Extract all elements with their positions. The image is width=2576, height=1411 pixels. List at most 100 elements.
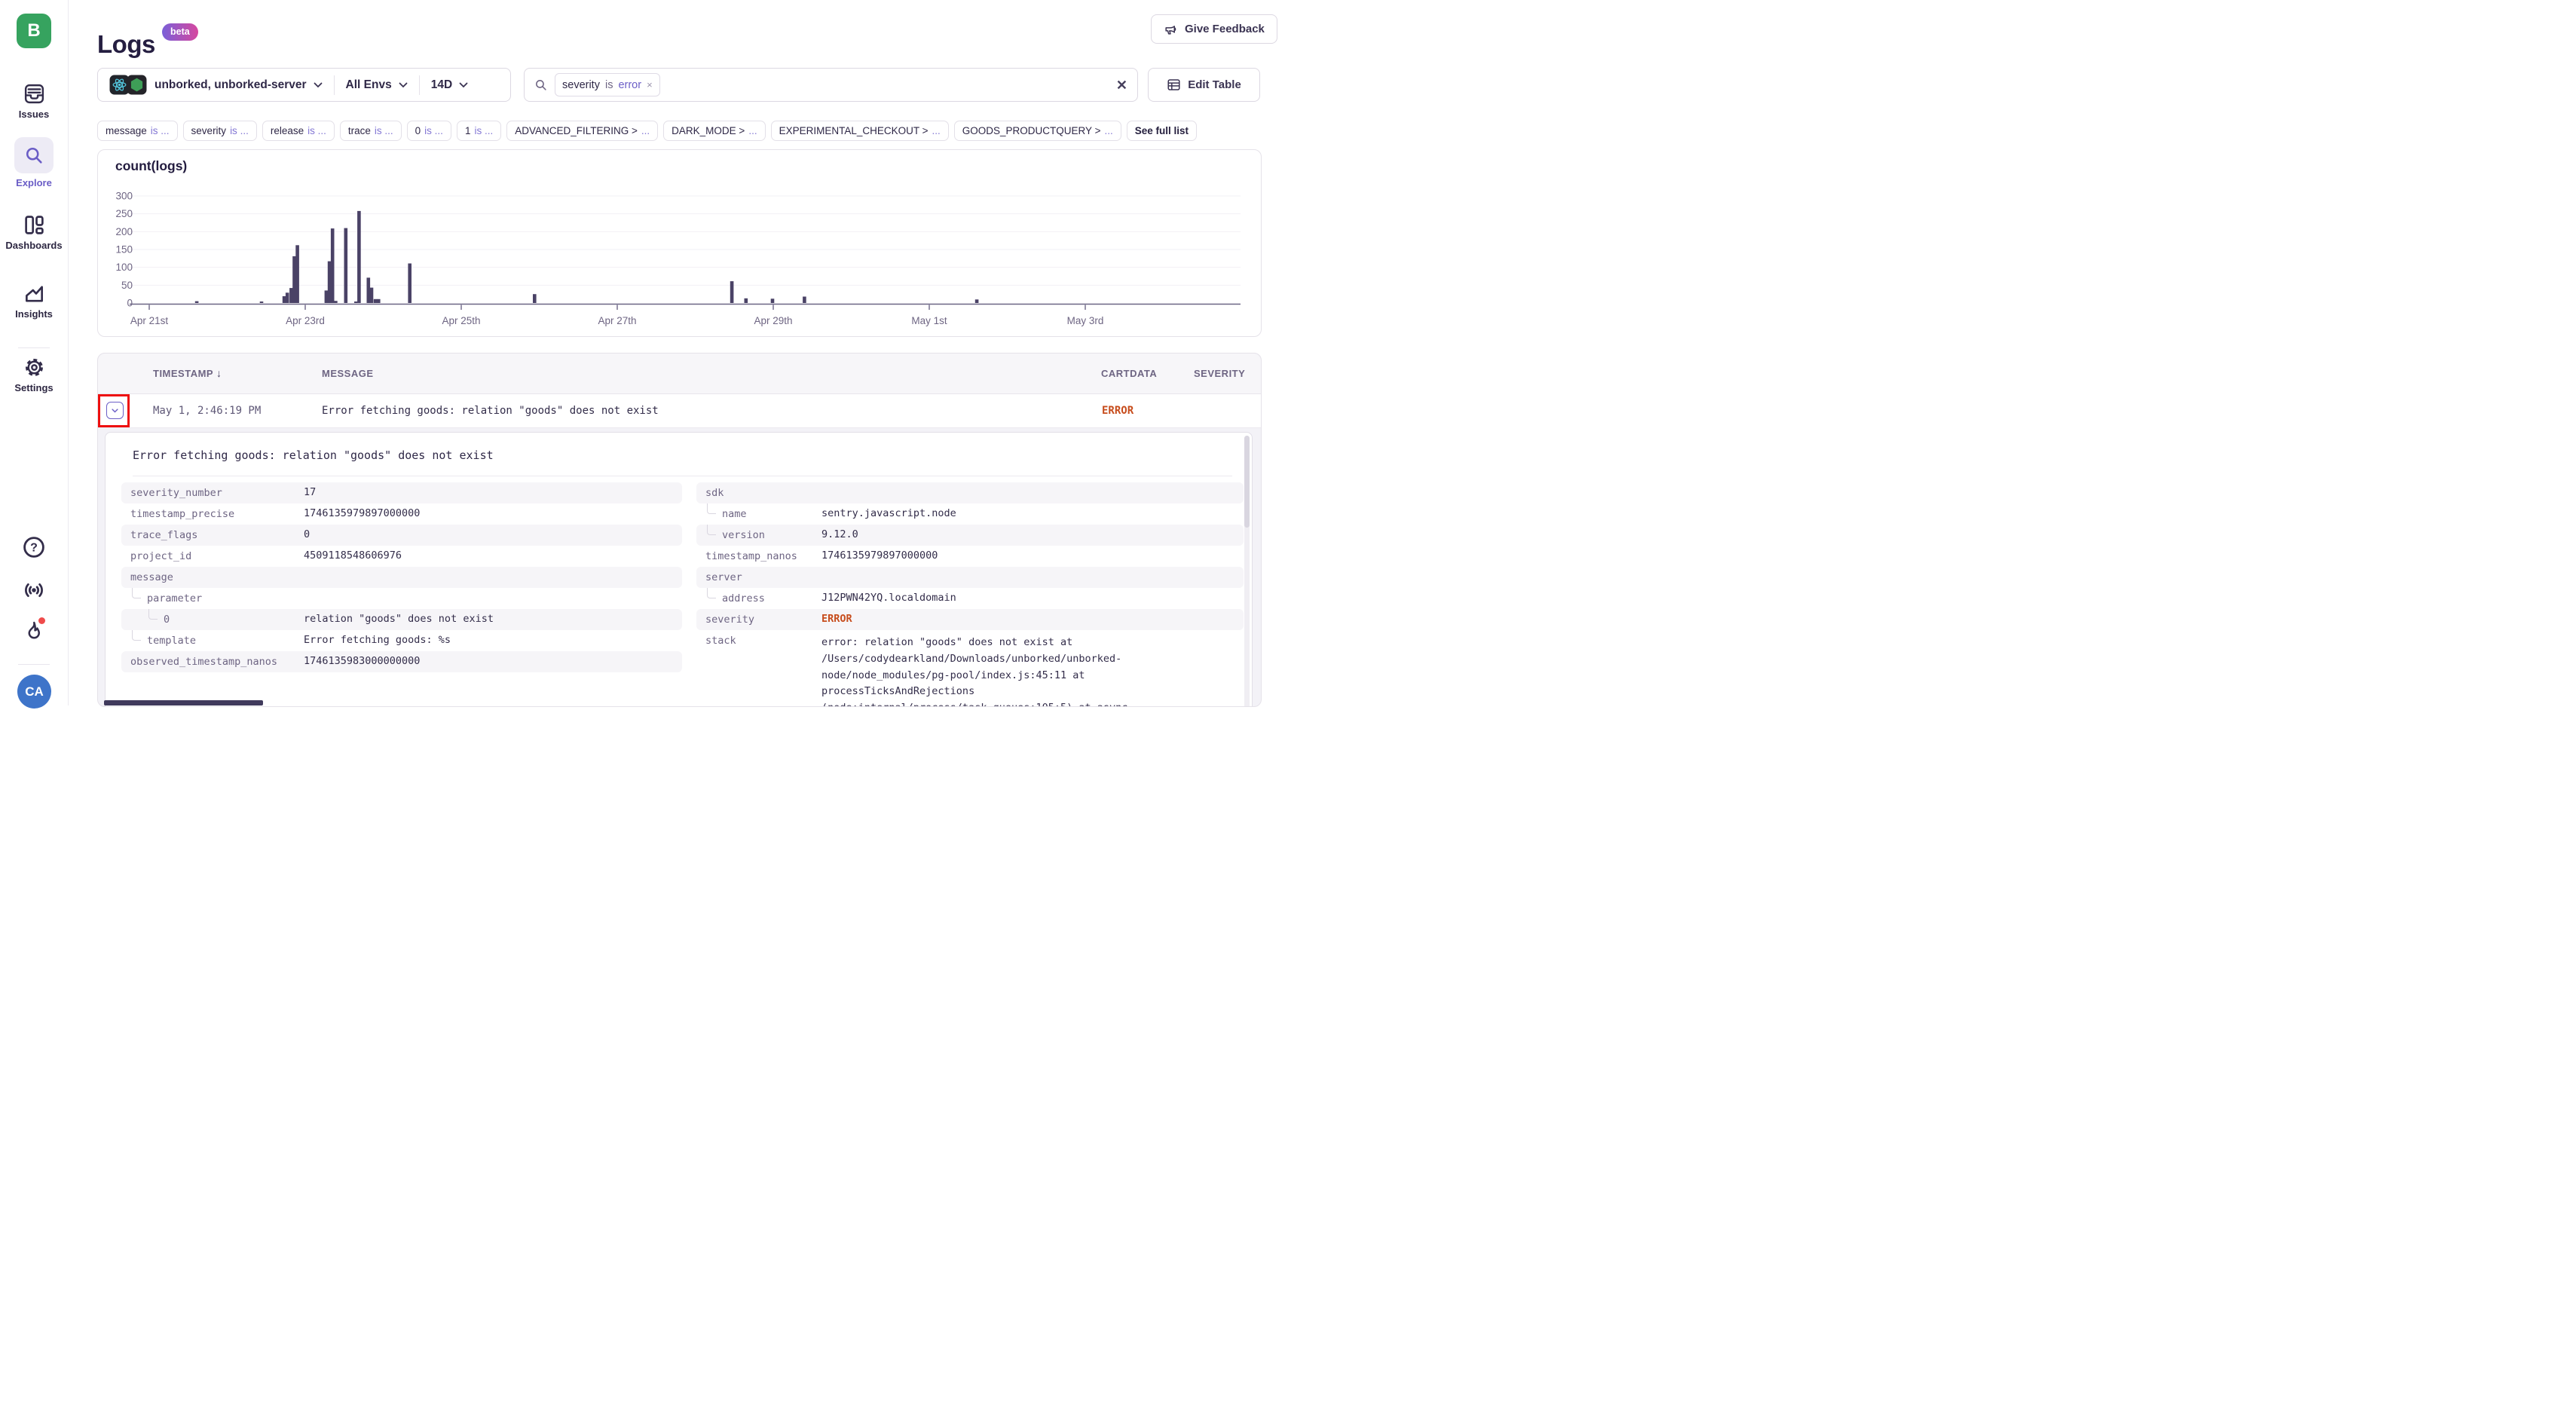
give-feedback-button[interactable]: Give Feedback [1151, 14, 1277, 44]
detail-title: Error fetching goods: relation "goods" d… [133, 448, 494, 462]
tree-connector [132, 588, 141, 598]
detail-scrollbar[interactable] [1244, 436, 1250, 707]
sidebar-item-dashboards[interactable]: Dashboards [0, 214, 68, 251]
suggestion-chip[interactable]: severityis ... [183, 121, 257, 141]
sidebar-item-label: Settings [14, 382, 53, 393]
search-clear-icon[interactable]: ✕ [1116, 78, 1127, 92]
chevron-down-icon [314, 82, 323, 88]
cell-timestamp: May 1, 2:46:19 PM [153, 394, 261, 427]
chart-bar [334, 301, 338, 303]
field-value: 17 [304, 485, 316, 501]
page-filter-bar: unborked, unborked-server All Envs 14D [97, 68, 511, 102]
detail-field-row: project_id4509118548606976 [121, 546, 682, 567]
detail-field-row: severityERROR [696, 609, 1244, 630]
expand-row-button[interactable] [106, 402, 124, 419]
chart-title: count(logs) [115, 158, 187, 174]
detail-field-row: timestamp_precise1746135979897000000 [121, 503, 682, 525]
give-feedback-label: Give Feedback [1185, 23, 1265, 35]
edit-table-button[interactable]: Edit Table [1148, 68, 1260, 102]
suggestion-chip[interactable]: 1is ... [457, 121, 501, 141]
megaphone-icon [1164, 22, 1178, 36]
svg-text:?: ? [30, 542, 38, 555]
node-platform-icon [127, 75, 147, 95]
detail-field-row: timestamp_nanos1746135979897000000 [696, 546, 1244, 567]
org-logo-letter: B [27, 20, 40, 41]
chip-qualifier: ... [932, 125, 941, 136]
log-table-row[interactable]: May 1, 2:46:19 PM Error fetching goods: … [98, 394, 1261, 428]
broadcast-icon[interactable] [0, 579, 68, 601]
avatar-initials: CA [25, 684, 44, 699]
page-title: Logs [97, 30, 155, 59]
cell-severity: ERROR [1102, 394, 1134, 427]
help-button[interactable]: ? [0, 535, 68, 559]
environment-selector[interactable]: All Envs [346, 78, 392, 92]
field-key: severity_number [121, 487, 304, 499]
y-axis-tick-label: 0 [127, 298, 133, 309]
field-value: Error fetching goods: %s [304, 632, 451, 649]
partial-bottom-bar [104, 700, 263, 706]
detail-field-row: 0relation "goods" does not exist [121, 609, 682, 630]
search-explore-icon [23, 145, 44, 166]
gear-icon [23, 357, 45, 378]
date-range-selector[interactable]: 14D [431, 78, 452, 92]
sort-arrow-icon: ↓ [216, 367, 222, 379]
token-remove-icon[interactable]: × [647, 79, 653, 90]
field-key: template [121, 635, 304, 647]
sidebar-item-explore[interactable]: Explore [0, 137, 68, 188]
sidebar-item-insights[interactable]: Insights [0, 283, 68, 320]
chip-qualifier: is ... [230, 125, 249, 136]
chip-name: severity [191, 125, 227, 136]
chip-name: ADVANCED_FILTERING > [515, 125, 638, 136]
chart-bar [195, 301, 199, 303]
chip-name: message [106, 125, 147, 136]
suggestion-chip[interactable]: messageis ... [97, 121, 178, 141]
tree-connector [707, 525, 716, 535]
field-key: severity [696, 614, 821, 626]
filter-token-severity[interactable]: severity is error × [555, 73, 660, 96]
org-logo[interactable]: B [17, 14, 51, 48]
column-header-message[interactable]: MESSAGE [322, 354, 374, 393]
suggestion-chip[interactable]: DARK_MODE >... [663, 121, 765, 141]
chip-name: See full list [1135, 125, 1189, 136]
suggestion-chip[interactable]: GOODS_PRODUCTQUERY >... [954, 121, 1121, 141]
chart-bar [367, 277, 371, 303]
chart-bar [260, 301, 264, 303]
sidebar-divider [18, 664, 50, 665]
token-operator: is [605, 79, 613, 91]
suggestion-chip[interactable]: EXPERIMENTAL_CHECKOUT >... [771, 121, 949, 141]
chart-bar [292, 256, 296, 303]
sidebar-item-settings[interactable]: Settings [0, 357, 68, 393]
table-header-row: TIMESTAMP ↓ MESSAGE CARTDATA SEVERITY [98, 354, 1261, 394]
sidebar-divider [18, 347, 50, 348]
sidebar-item-label: Explore [16, 177, 52, 188]
column-header-cartdata[interactable]: CARTDATA [1101, 354, 1157, 393]
x-axis-tick-label: May 1st [911, 315, 947, 326]
x-axis-tick-label: Apr 27th [598, 315, 636, 326]
suggestion-chip[interactable]: releaseis ... [262, 121, 335, 141]
chip-qualifier: is ... [307, 125, 326, 136]
see-full-list-chip[interactable]: See full list [1127, 121, 1197, 141]
chip-name: 0 [415, 125, 421, 136]
scrollbar-thumb[interactable] [1244, 436, 1250, 528]
detail-field-row: parameter [121, 588, 682, 609]
logs-count-chart: 050100150200250300Apr 21stApr 23rdApr 25… [98, 150, 1261, 336]
field-key: server [696, 571, 821, 583]
chip-qualifier: is ... [474, 125, 493, 136]
detail-fields-left: severity_number17 timestamp_precise174613… [121, 482, 682, 672]
search-input[interactable]: severity is error × ✕ [524, 68, 1138, 102]
column-header-timestamp[interactable]: TIMESTAMP ↓ [153, 354, 222, 393]
suggestion-chip[interactable]: ADVANCED_FILTERING >... [506, 121, 658, 141]
x-axis-tick-label: May 3rd [1067, 315, 1104, 326]
suggestion-chip[interactable]: traceis ... [340, 121, 402, 141]
detail-fields-right: sdknamesentry.javascript.nodeversion9.12… [696, 482, 1244, 707]
sidebar-item-label: Insights [15, 308, 53, 320]
chart-bar [328, 262, 332, 303]
sidebar-item-issues[interactable]: Issues [0, 83, 68, 120]
user-avatar[interactable]: CA [17, 675, 51, 709]
whats-new-flame-icon[interactable] [0, 620, 68, 642]
suggestion-chip[interactable]: 0is ... [407, 121, 451, 141]
project-selector[interactable]: unborked, unborked-server [154, 78, 307, 92]
column-header-severity[interactable]: SEVERITY [1194, 354, 1245, 393]
dashboards-icon [23, 214, 45, 236]
field-value: 1746135979897000000 [821, 548, 938, 565]
